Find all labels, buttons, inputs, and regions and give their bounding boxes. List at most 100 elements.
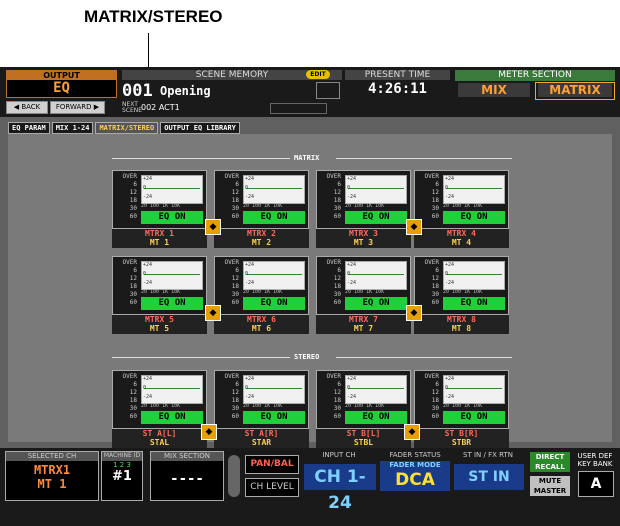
matrix-divider-right — [336, 158, 512, 159]
st-in-button[interactable]: ST IN — [454, 464, 524, 490]
meter-tick-label: 30 — [231, 405, 239, 412]
pan-bal-button[interactable]: PAN/BAL — [245, 455, 299, 474]
eq-graph-card[interactable]: OVER 6 12 18 30 60 +24 0 -24 20 100 1K 10K EQ ON — [112, 170, 207, 229]
eq-response-graph[interactable]: +24 0 -24 — [345, 261, 407, 290]
eq-on-indicator[interactable]: EQ ON — [141, 297, 203, 310]
meter-tick-label: 18 — [333, 283, 341, 290]
mix-section-value: ---- — [170, 471, 204, 487]
stereo-link-icon[interactable]: ◆ — [406, 219, 422, 235]
meter-scale: OVER 6 12 18 30 60 — [115, 373, 137, 425]
meter-tick-label: OVER — [424, 259, 439, 266]
tab-mix-1-24[interactable]: MIX 1-24 — [51, 122, 94, 134]
eq-on-indicator[interactable]: EQ ON — [243, 411, 305, 424]
channel-name: ST B[L] — [316, 429, 411, 438]
machine-id-panel[interactable]: MACHINE ID 1 2 3 #1 — [101, 451, 143, 501]
eq-on-indicator[interactable]: EQ ON — [141, 411, 203, 424]
eq-graph-card[interactable]: OVER 6 12 18 30 60 +24 0 -24 20 100 1K 10K EQ ON — [316, 170, 411, 229]
eq-graph-card[interactable]: OVER 6 12 18 30 60 +24 0 -24 20 100 1K 10K EQ ON — [414, 170, 509, 229]
meter-tick-label: 12 — [129, 189, 137, 196]
present-time-header: PRESENT TIME — [345, 70, 450, 80]
channel-name: MTRX 3 — [316, 229, 411, 238]
fader-status-panel[interactable]: FADER MODE DCA — [380, 461, 450, 491]
eq-response-graph[interactable]: +24 0 -24 — [243, 261, 305, 290]
eq-on-indicator[interactable]: EQ ON — [443, 411, 505, 424]
eq-graph-card[interactable]: OVER 6 12 18 30 60 +24 0 -24 20 100 1K 10K EQ ON — [214, 370, 309, 429]
scene-title: Opening — [160, 84, 211, 98]
channel-name: ST A[L] — [112, 429, 207, 438]
eq-graph-card[interactable]: OVER 6 12 18 30 60 +24 0 -24 20 100 1K 10K EQ ON — [316, 256, 411, 315]
channel-name: MTRX 6 — [214, 315, 309, 324]
eq-on-indicator[interactable]: EQ ON — [345, 297, 407, 310]
meter-tick-label: 18 — [333, 397, 341, 404]
stereo-link-icon[interactable]: ◆ — [404, 424, 420, 440]
eq-response-graph[interactable]: +24 0 -24 — [443, 261, 505, 290]
eq-on-indicator[interactable]: EQ ON — [345, 411, 407, 424]
eq-graph-card[interactable]: OVER 6 12 18 30 60 +24 0 -24 20 100 1K 10K EQ ON — [214, 256, 309, 315]
eq-response-graph[interactable]: +24 0 -24 — [141, 261, 203, 290]
meter-scale: OVER 6 12 18 30 60 — [115, 173, 137, 225]
tab-output-eq-library[interactable]: OUTPUT EQ LIBRARY — [160, 122, 240, 134]
scene-number[interactable]: 001 — [122, 81, 153, 101]
eq-on-indicator[interactable]: EQ ON — [443, 297, 505, 310]
ch-level-button[interactable]: CH LEVEL — [245, 478, 299, 497]
graph-gain-label: -24 — [245, 280, 255, 286]
eq-response-graph[interactable]: +24 0 -24 — [345, 175, 407, 204]
eq-flat-curve — [144, 274, 200, 275]
eq-graph-card[interactable]: OVER 6 12 18 30 60 +24 0 -24 20 100 1K 10K EQ ON — [316, 370, 411, 429]
scene-store-box[interactable] — [316, 82, 340, 99]
machine-id-numbers: 1 2 3 — [113, 461, 131, 469]
key-bank-value[interactable]: A — [578, 471, 614, 497]
eq-response-graph[interactable]: +24 0 -24 — [443, 375, 505, 404]
direct-recall-button[interactable]: DIRECT RECALL — [530, 452, 570, 472]
forward-button[interactable]: FORWARD ▶ — [50, 101, 105, 114]
output-panel[interactable]: OUTPUT EQ — [6, 70, 117, 98]
eq-graph-card[interactable]: OVER 6 12 18 30 60 +24 0 -24 20 100 1K 10K EQ ON — [414, 256, 509, 315]
channel-name: MTRX 5 — [112, 315, 207, 324]
eq-graph-card[interactable]: OVER 6 12 18 30 60 +24 0 -24 20 100 1K 10K EQ ON — [414, 370, 509, 429]
selected-channel-panel[interactable]: SELECTED CH MTRX1 MT 1 — [5, 451, 99, 501]
input-ch-button[interactable]: CH 1-24 — [304, 464, 376, 513]
stereo-link-icon[interactable]: ◆ — [201, 424, 217, 440]
eq-graph-card[interactable]: OVER 6 12 18 30 60 +24 0 -24 20 100 1K 10K EQ ON — [214, 170, 309, 229]
graph-gain-label: -24 — [245, 194, 255, 200]
back-button[interactable]: ◀ BACK — [6, 101, 48, 114]
eq-response-graph[interactable]: +24 0 -24 — [243, 375, 305, 404]
meter-mix-button[interactable]: MIX — [458, 83, 530, 97]
meter-tick-label: 6 — [133, 181, 137, 188]
eq-response-graph[interactable]: +24 0 -24 — [443, 175, 505, 204]
meter-tick-label: 6 — [235, 181, 239, 188]
meter-tick-label: 60 — [129, 299, 137, 306]
eq-response-graph[interactable]: +24 0 -24 — [243, 175, 305, 204]
meter-tick-label: OVER — [424, 173, 439, 180]
eq-on-indicator[interactable]: EQ ON — [443, 211, 505, 224]
eq-flat-curve — [348, 274, 404, 275]
eq-on-indicator[interactable]: EQ ON — [345, 211, 407, 224]
freq-axis-labels: 20 100 1K 10K — [345, 403, 385, 409]
eq-response-graph[interactable]: +24 0 -24 — [345, 375, 407, 404]
tab-matrix-stereo[interactable]: MATRIX/STEREO — [95, 122, 159, 134]
channel-short-name: MT 2 — [214, 238, 309, 248]
eq-flat-curve — [446, 274, 502, 275]
meter-tick-label: OVER — [122, 173, 137, 180]
stereo-link-icon[interactable]: ◆ — [406, 305, 422, 321]
channel-short-name: STBL — [316, 438, 411, 448]
meter-tick-label: 30 — [231, 291, 239, 298]
eq-graph-card[interactable]: OVER 6 12 18 30 60 +24 0 -24 20 100 1K 10K EQ ON — [112, 256, 207, 315]
graph-gain-label: -24 — [445, 394, 455, 400]
tab-eq-param[interactable]: EQ PARAM — [8, 122, 50, 134]
callout-label: MATRIX/STEREO — [84, 7, 223, 26]
eq-on-indicator[interactable]: EQ ON — [243, 211, 305, 224]
eq-response-graph[interactable]: +24 0 -24 — [141, 375, 203, 404]
meter-tick-label: 12 — [333, 189, 341, 196]
matrix-divider-left — [112, 158, 290, 159]
eq-on-indicator[interactable]: EQ ON — [141, 211, 203, 224]
encoder-knob-icon[interactable] — [228, 455, 240, 497]
eq-graph-card[interactable]: OVER 6 12 18 30 60 +24 0 -24 20 100 1K 10K EQ ON — [112, 370, 207, 429]
eq-on-indicator[interactable]: EQ ON — [243, 297, 305, 310]
channel-short-name: STAR — [214, 438, 309, 448]
eq-response-graph[interactable]: +24 0 -24 — [141, 175, 203, 204]
mute-master-button[interactable]: MUTE MASTER — [530, 476, 570, 496]
stereo-link-icon[interactable]: ◆ — [205, 219, 221, 235]
stereo-link-icon[interactable]: ◆ — [205, 305, 221, 321]
mix-section-panel[interactable]: MIX SECTION ---- — [150, 451, 224, 501]
